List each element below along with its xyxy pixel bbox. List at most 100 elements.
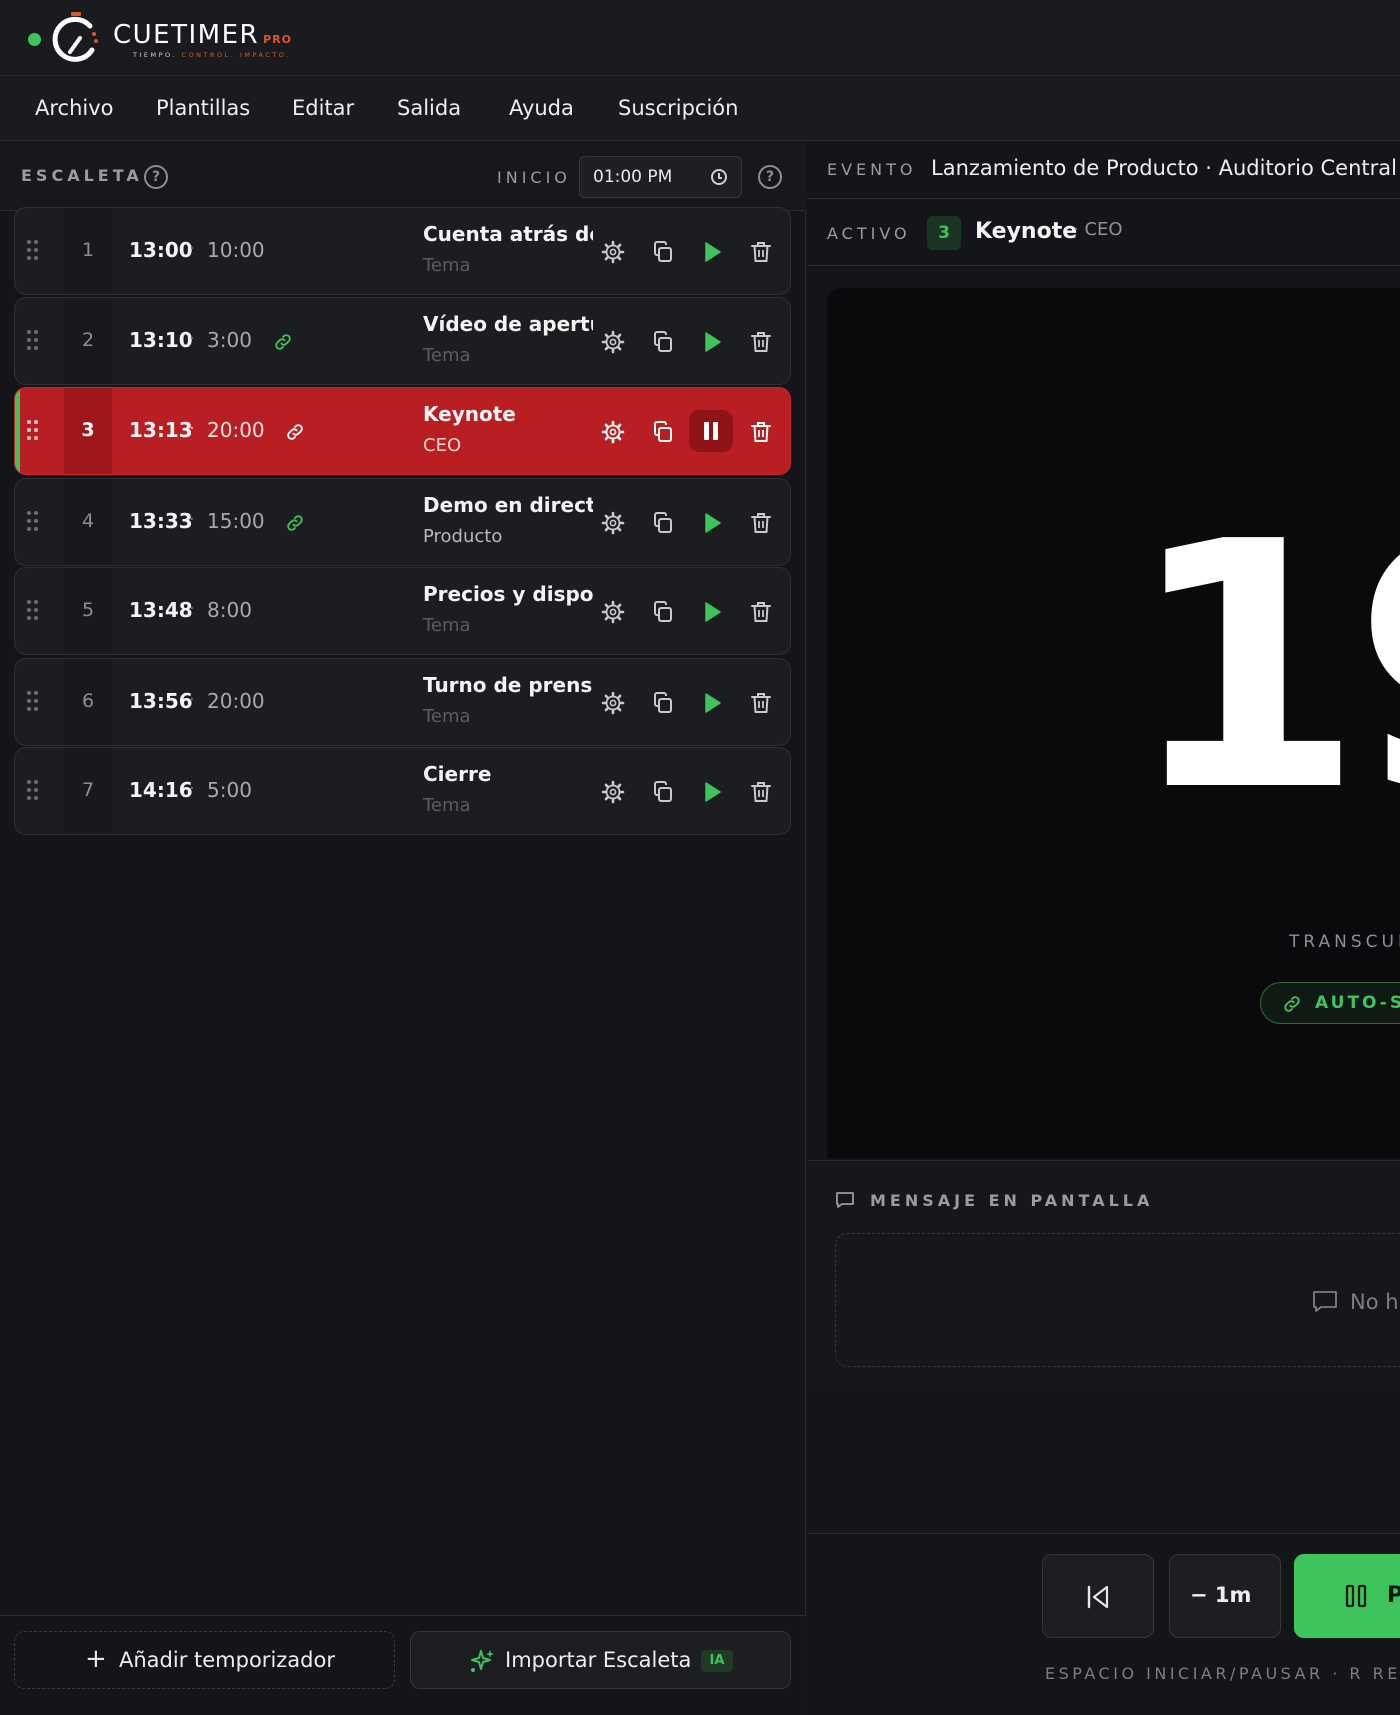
row-subtitle[interactable]: Tema: [423, 615, 471, 636]
trash-icon[interactable]: [747, 238, 775, 266]
trash-icon[interactable]: [747, 598, 775, 626]
row-title[interactable]: Precios y dispo: [423, 582, 593, 606]
rundown-panel: ESCALETA ? INICIO 01:00 PM ? 1 13:00 · 10:0…: [0, 142, 806, 1715]
trash-icon[interactable]: [747, 328, 775, 356]
app-window: CUETIMER PRO TIEMPO. CONTROL. IMPACTO. Ar…: [0, 0, 1400, 1715]
row-subtitle[interactable]: CEO: [423, 435, 461, 456]
menu-archivo[interactable]: Archivo: [35, 96, 114, 120]
duplicate-icon[interactable]: [649, 418, 677, 446]
screen-message-section: MENSAJE EN PANTALLA No h: [807, 1160, 1400, 1390]
import-rundown-button[interactable]: Importar Escaleta IA: [410, 1631, 791, 1689]
previous-button[interactable]: [1042, 1554, 1154, 1638]
menu-suscripcion[interactable]: Suscripción: [618, 96, 738, 120]
play-icon[interactable]: [698, 238, 726, 266]
row-number: 7: [81, 779, 95, 801]
row-separator: ·: [189, 418, 195, 439]
timer-display: 19 TRANSCUR AUTO-SI: [827, 288, 1400, 1158]
row-subtitle[interactable]: Tema: [423, 706, 471, 727]
pause-button[interactable]: P: [1294, 1554, 1400, 1638]
duplicate-icon[interactable]: [649, 328, 677, 356]
auto-start-label: AUTO-SI: [1315, 993, 1400, 1013]
minus-one-minute-button[interactable]: − 1m: [1169, 1554, 1281, 1638]
menu-salida[interactable]: Salida: [397, 96, 461, 120]
clock-icon[interactable]: [711, 169, 727, 185]
duplicate-icon[interactable]: [649, 238, 677, 266]
sparkle-icon: [471, 1650, 494, 1672]
row-duration[interactable]: 20:00: [207, 689, 265, 713]
menu-editar[interactable]: Editar: [292, 96, 354, 120]
drag-handle-icon[interactable]: [27, 691, 41, 713]
start-time-input[interactable]: 01:00 PM: [579, 156, 742, 198]
event-bar: EVENTO Lanzamiento de Producto · Auditor…: [807, 142, 1400, 199]
duplicate-icon[interactable]: [649, 598, 677, 626]
row-title[interactable]: Keynote: [423, 402, 593, 426]
row-duration[interactable]: 8:00: [207, 598, 252, 622]
rundown-row[interactable]: 3 13:13 · 20:00 Keynote CEO: [14, 387, 791, 475]
row-title[interactable]: Turno de prens: [423, 673, 593, 697]
duplicate-icon[interactable]: [649, 689, 677, 717]
play-icon[interactable]: [698, 328, 726, 356]
row-subtitle[interactable]: Producto: [423, 526, 502, 547]
link-icon[interactable]: [283, 422, 307, 442]
start-help-icon[interactable]: ?: [758, 165, 782, 189]
menu-plantillas[interactable]: Plantillas: [156, 96, 250, 120]
row-subtitle[interactable]: Tema: [423, 255, 471, 276]
row-title[interactable]: Cuenta atrás de: [423, 222, 593, 246]
trash-icon[interactable]: [747, 689, 775, 717]
drag-handle-icon[interactable]: [27, 780, 41, 802]
gear-icon[interactable]: [599, 238, 627, 266]
play-icon[interactable]: [698, 778, 726, 806]
row-duration[interactable]: 10:00: [207, 238, 265, 262]
drag-handle-icon[interactable]: [27, 420, 41, 442]
gear-icon[interactable]: [599, 778, 627, 806]
menu-ayuda[interactable]: Ayuda: [509, 96, 574, 120]
screen-message-input[interactable]: No h: [835, 1233, 1400, 1367]
gear-icon[interactable]: [599, 689, 627, 717]
trash-icon[interactable]: [747, 509, 775, 537]
play-icon[interactable]: [698, 689, 726, 717]
screen-message-label: MENSAJE EN PANTALLA: [870, 1191, 1154, 1210]
rundown-help-icon[interactable]: ?: [144, 165, 168, 189]
drag-handle-icon[interactable]: [27, 511, 41, 533]
play-icon[interactable]: [698, 509, 726, 537]
row-duration[interactable]: 5:00: [207, 778, 252, 802]
row-duration[interactable]: 20:00: [207, 418, 265, 442]
event-name[interactable]: Lanzamiento de Producto · Auditorio Cent…: [931, 156, 1400, 180]
drag-handle-icon[interactable]: [27, 600, 41, 622]
row-duration[interactable]: 15:00: [207, 509, 265, 533]
row-duration[interactable]: 3:00: [207, 328, 252, 352]
rundown-row[interactable]: 6 13:56 · 20:00 Turno de prens Tema: [14, 658, 791, 746]
row-title[interactable]: Cierre: [423, 762, 593, 786]
play-icon[interactable]: [698, 598, 726, 626]
row-subtitle[interactable]: Tema: [423, 345, 471, 366]
trash-icon[interactable]: [747, 778, 775, 806]
duplicate-icon[interactable]: [649, 778, 677, 806]
gear-icon[interactable]: [599, 418, 627, 446]
rundown-row[interactable]: 4 13:33 · 15:00 Demo en direct Producto: [14, 478, 791, 566]
gear-icon[interactable]: [599, 328, 627, 356]
row-subtitle[interactable]: Tema: [423, 795, 471, 816]
elapsed-label: TRANSCUR: [1289, 932, 1400, 952]
start-label: INICIO: [497, 168, 571, 187]
rundown-row[interactable]: 2 13:10 · 3:00 Vídeo de apertu Tema: [14, 297, 791, 385]
drag-handle-icon[interactable]: [27, 240, 41, 262]
row-separator: ·: [189, 598, 195, 619]
gear-icon[interactable]: [599, 598, 627, 626]
row-title[interactable]: Demo en direct: [423, 493, 593, 517]
rundown-row[interactable]: 1 13:00 · 10:00 Cuenta atrás de Tema: [14, 207, 791, 295]
link-icon[interactable]: [283, 513, 307, 533]
trash-icon[interactable]: [747, 418, 775, 446]
rundown-footer: + Añadir temporizador Importar Escaleta …: [0, 1615, 806, 1715]
row-title[interactable]: Vídeo de apertu: [423, 312, 593, 336]
gear-icon[interactable]: [599, 509, 627, 537]
rundown-row[interactable]: 5 13:48 · 8:00 Precios y dispo Tema: [14, 567, 791, 655]
pause-timer-button[interactable]: [689, 410, 733, 452]
drag-handle-icon[interactable]: [27, 330, 41, 352]
duplicate-icon[interactable]: [649, 509, 677, 537]
row-number-column: 1: [64, 208, 112, 294]
auto-start-toggle[interactable]: AUTO-SI: [1260, 982, 1400, 1024]
rundown-row[interactable]: 7 14:16 · 5:00 Cierre Tema: [14, 747, 791, 835]
add-timer-button[interactable]: + Añadir temporizador: [14, 1631, 395, 1689]
row-separator: ·: [189, 509, 195, 530]
link-icon[interactable]: [271, 332, 295, 352]
